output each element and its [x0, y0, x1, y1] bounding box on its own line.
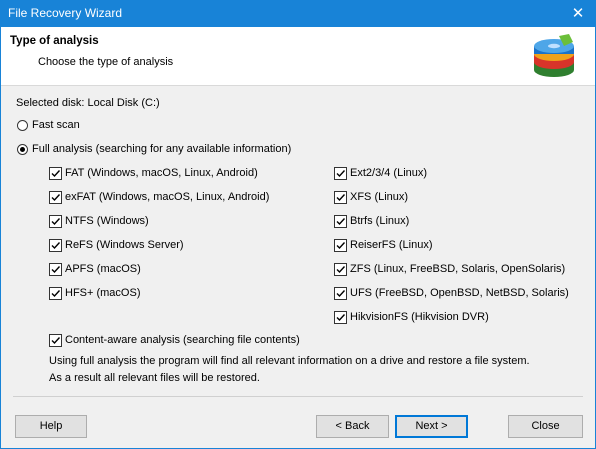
- apfs-checkbox[interactable]: [49, 263, 62, 276]
- ntfs-checkbox[interactable]: [49, 215, 62, 228]
- hfsplus-checkbox[interactable]: [49, 287, 62, 300]
- window-title: File Recovery Wizard: [8, 6, 123, 20]
- title-bar[interactable]: File Recovery Wizard ✕: [1, 1, 595, 27]
- next-button[interactable]: Next >: [395, 415, 468, 438]
- hfsplus-label[interactable]: HFS+ (macOS): [65, 287, 140, 299]
- btrfs-label[interactable]: Btrfs (Linux): [350, 215, 409, 227]
- fat-checkbox[interactable]: [49, 167, 62, 180]
- close-icon[interactable]: ✕: [561, 1, 595, 27]
- content-aware-label[interactable]: Content-aware analysis (searching file c…: [65, 334, 300, 346]
- refs-label[interactable]: ReFS (Windows Server): [65, 239, 184, 251]
- ext-checkbox[interactable]: [334, 167, 347, 180]
- ext-label[interactable]: Ext2/3/4 (Linux): [350, 167, 427, 179]
- reiserfs-label[interactable]: ReiserFS (Linux): [350, 239, 433, 251]
- xfs-checkbox[interactable]: [334, 191, 347, 204]
- close-button[interactable]: Close: [508, 415, 583, 438]
- ntfs-label[interactable]: NTFS (Windows): [65, 215, 149, 227]
- apfs-label[interactable]: APFS (macOS): [65, 263, 141, 275]
- help-button[interactable]: Help: [15, 415, 87, 438]
- hikvisionfs-checkbox[interactable]: [334, 311, 347, 324]
- disk-recovery-logo-icon: [534, 34, 574, 77]
- hikvisionfs-label[interactable]: HikvisionFS (Hikvision DVR): [350, 311, 489, 323]
- page-title: Type of analysis: [10, 35, 99, 47]
- footer-divider: [13, 396, 583, 397]
- fast-scan-label[interactable]: Fast scan: [32, 119, 80, 131]
- full-analysis-radio[interactable]: [17, 144, 28, 155]
- ufs-label[interactable]: UFS (FreeBSD, OpenBSD, NetBSD, Solaris): [350, 287, 569, 299]
- wizard-header: Type of analysis Choose the type of anal…: [1, 27, 595, 86]
- xfs-label[interactable]: XFS (Linux): [350, 191, 408, 203]
- selected-disk-label: Selected disk: Local Disk (C:): [16, 97, 160, 109]
- ufs-checkbox[interactable]: [334, 287, 347, 300]
- fat-label[interactable]: FAT (Windows, macOS, Linux, Android): [65, 167, 258, 179]
- content-aware-checkbox[interactable]: [49, 334, 62, 347]
- btrfs-checkbox[interactable]: [334, 215, 347, 228]
- fast-scan-radio[interactable]: [17, 120, 28, 131]
- exfat-label[interactable]: exFAT (Windows, macOS, Linux, Android): [65, 191, 269, 203]
- zfs-label[interactable]: ZFS (Linux, FreeBSD, Solaris, OpenSolari…: [350, 263, 565, 275]
- wizard-window: File Recovery Wizard ✕ Type of analysis …: [0, 0, 596, 449]
- back-button[interactable]: < Back: [316, 415, 389, 438]
- reiserfs-checkbox[interactable]: [334, 239, 347, 252]
- info-text-line2: As a result all relevant files will be r…: [49, 372, 260, 384]
- info-text-line1: Using full analysis the program will fin…: [49, 355, 530, 367]
- full-analysis-label[interactable]: Full analysis (searching for any availab…: [32, 143, 291, 155]
- refs-checkbox[interactable]: [49, 239, 62, 252]
- page-subtitle: Choose the type of analysis: [38, 56, 174, 68]
- zfs-checkbox[interactable]: [334, 263, 347, 276]
- exfat-checkbox[interactable]: [49, 191, 62, 204]
